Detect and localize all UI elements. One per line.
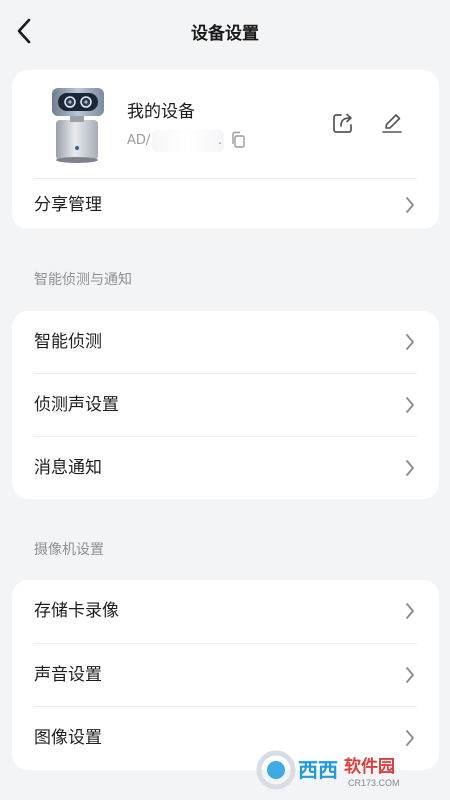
row-smart-detection[interactable]: 智能侦测 [12, 311, 439, 373]
device-id-redaction [152, 130, 224, 152]
chevron-right-icon [406, 334, 414, 350]
row-detection-sound[interactable]: 侦测声设置 [12, 374, 439, 436]
chevron-right-icon [406, 197, 414, 213]
detection-card: 智能侦测 侦测声设置 消息通知 [12, 311, 439, 499]
page-title: 设备设置 [191, 24, 259, 44]
device-id: AD/ [127, 133, 150, 148]
row-label: 声音设置 [34, 665, 102, 685]
chevron-right-icon [406, 667, 414, 683]
device-name: 我的设备 [127, 102, 195, 122]
row-message-notification[interactable]: 消息通知 [12, 437, 439, 499]
row-share-manage[interactable]: 分享管理 [12, 174, 439, 236]
chevron-right-icon [406, 397, 414, 413]
row-sound-settings[interactable]: 声音设置 [12, 644, 439, 706]
camera-card: 存储卡录像 声音设置 图像设置 [12, 580, 439, 770]
device-id-prefix: AD/ [127, 133, 151, 148]
row-sd-card-recording[interactable]: 存储卡录像 [12, 580, 439, 642]
device-card: 我的设备 AD/ . 分享管理 [12, 70, 439, 229]
row-label: 智能侦测 [34, 332, 102, 352]
device-id-suffix: . [218, 133, 223, 148]
share-icon[interactable] [330, 110, 356, 136]
svg-text:软件园: 软件园 [344, 756, 395, 776]
watermark-logo: 西西 软件园 CR173.COM [256, 750, 400, 790]
copy-icon[interactable] [230, 131, 246, 149]
header-bar: 设备设置 [0, 0, 450, 62]
edit-pencil-icon[interactable] [379, 110, 405, 136]
svg-text:CR173.COM: CR173.COM [348, 778, 400, 788]
chevron-right-icon [406, 730, 414, 746]
chevron-right-icon [406, 603, 414, 619]
section-title-camera: 摄像机设置 [34, 542, 104, 558]
row-label: 图像设置 [34, 728, 102, 748]
device-thumbnail [52, 88, 104, 163]
row-label: 消息通知 [34, 458, 102, 478]
section-title-detection: 智能侦测与通知 [34, 272, 132, 288]
chevron-right-icon [406, 460, 414, 476]
row-label: 侦测声设置 [34, 395, 119, 415]
row-label: 存储卡录像 [34, 601, 119, 621]
row-label: 分享管理 [34, 195, 102, 215]
svg-text:西西: 西西 [298, 760, 338, 782]
